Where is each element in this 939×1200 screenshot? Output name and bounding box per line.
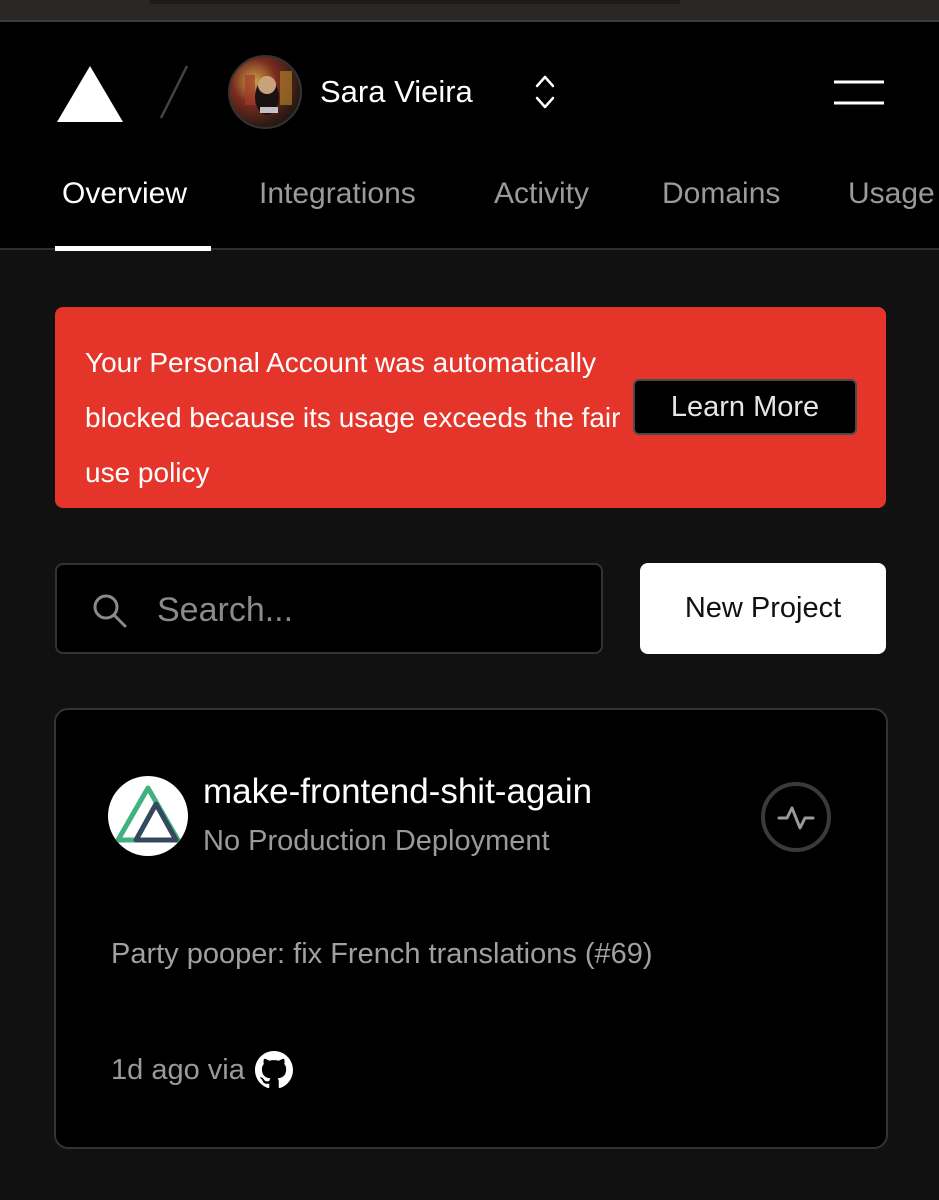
- active-tab-indicator: [55, 246, 211, 251]
- search-icon: [93, 594, 127, 628]
- breadcrumb-separator: [159, 65, 189, 119]
- deployment-status: No Production Deployment: [203, 825, 550, 857]
- account-blocked-alert: Your Personal Account was automatically …: [55, 307, 886, 508]
- tab-overview[interactable]: Overview: [62, 177, 187, 250]
- search-box[interactable]: [55, 563, 603, 654]
- project-card[interactable]: make-frontend-shit-again No Production D…: [54, 708, 888, 1149]
- tab-domains[interactable]: Domains: [662, 177, 780, 250]
- tab-integrations[interactable]: Integrations: [259, 177, 416, 250]
- search-input[interactable]: [157, 585, 577, 635]
- tab-bar: Overview Integrations Activity Domains U…: [0, 177, 939, 250]
- project-name[interactable]: make-frontend-shit-again: [203, 772, 592, 812]
- window-top-strip: [0, 0, 939, 22]
- tab-activity[interactable]: Activity: [494, 177, 589, 250]
- new-project-button[interactable]: New Project: [640, 563, 886, 654]
- avatar[interactable]: [228, 55, 302, 129]
- deployment-time: 1d ago via: [111, 1053, 245, 1086]
- chevron-up-down-icon[interactable]: [530, 72, 560, 112]
- account-name[interactable]: Sara Vieira: [320, 74, 473, 110]
- deployment-meta: 1d ago via: [111, 1050, 293, 1090]
- github-icon[interactable]: [254, 1051, 293, 1089]
- activity-pulse-icon[interactable]: [759, 780, 833, 854]
- alert-message: Your Personal Account was automatically …: [85, 347, 621, 488]
- nuxt-logo-icon: [108, 776, 188, 856]
- top-header: Sara Vieira Overview Integrations Activi…: [0, 22, 939, 250]
- last-commit-message[interactable]: Party pooper: fix French translations (#…: [111, 938, 653, 971]
- vercel-logo-icon[interactable]: [55, 64, 125, 124]
- hamburger-menu-icon[interactable]: [832, 78, 886, 108]
- tab-usage[interactable]: Usage: [848, 177, 935, 250]
- learn-more-button[interactable]: Learn More: [633, 379, 857, 435]
